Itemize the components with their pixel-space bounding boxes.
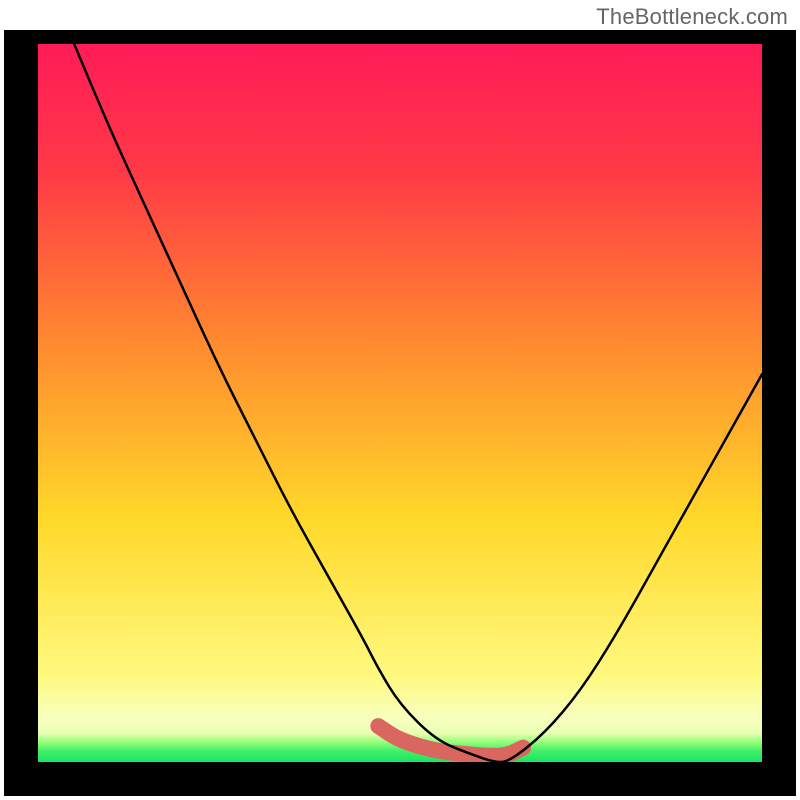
watermark-text: TheBottleneck.com <box>596 4 788 30</box>
stage: TheBottleneck.com <box>0 0 800 800</box>
bottleneck-curve <box>74 44 762 762</box>
chart-frame <box>4 30 796 796</box>
plot-area <box>38 44 762 762</box>
trough-highlight <box>378 726 523 756</box>
chart-svg <box>38 44 762 762</box>
